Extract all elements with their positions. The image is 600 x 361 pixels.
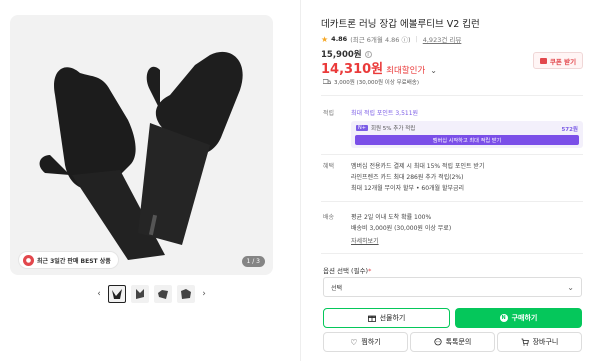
cart-button[interactable]: 장바구니 — [497, 332, 582, 352]
product-info-panel: 데카트론 러닝 장갑 에볼루티브 V2 킵런 ★ 4.86 (최근 6개월 4.… — [300, 0, 600, 361]
thumbnail-1[interactable] — [108, 285, 126, 303]
chevron-down-icon: ⌄ — [567, 282, 574, 292]
rating-score: 4.86 — [331, 35, 348, 43]
gloves-image — [39, 51, 243, 260]
membership-start-button[interactable]: 멤버십 시작하고 최대 적립 받기 — [355, 135, 579, 145]
coupon-icon — [539, 57, 547, 64]
thumbnail-4[interactable] — [177, 285, 195, 303]
wish-button-label: 찜하기 — [361, 338, 381, 346]
points-max[interactable]: 최대 적립 포인트 3,511원 — [351, 108, 418, 117]
thumbnail-prev-button[interactable]: ‹ — [95, 289, 103, 299]
gift-button[interactable]: 선물하기 — [323, 308, 450, 328]
thumbnail-2[interactable] — [131, 285, 149, 303]
divider-bar: | — [415, 35, 418, 43]
talk-inquiry-label: 톡톡문의 — [445, 338, 472, 346]
rating-recent: (최근 6개월 4.86 ⓘ) — [350, 36, 411, 44]
buy-button-label: 구매하기 — [511, 314, 538, 322]
shipping-summary: 3,000원 (30,000원 이상 무료배송) — [323, 78, 419, 86]
sale-price-value: 14,310원 — [321, 62, 384, 77]
option-select[interactable]: 선택 ⌄ — [323, 277, 582, 297]
benefits-label: 혜택 — [323, 163, 335, 170]
membership-points-box: N+ 회원 5% 추가 적립 572원 멤버십 시작하고 최대 적립 받기 — [351, 121, 583, 148]
truck-icon — [323, 79, 331, 84]
coupon-button[interactable]: 쿠폰 받기 — [533, 52, 583, 69]
benefit-line-2[interactable]: 라인프렌즈 카드 최대 286원 추가 적립(2%) — [351, 172, 463, 181]
gift-button-label: 선물하기 — [379, 314, 406, 322]
star-icon: ★ — [321, 34, 329, 44]
section-divider — [321, 201, 583, 202]
delivery-line-2: 배송비 3,000원 (30,000원 이상 무료) — [351, 225, 452, 232]
coupon-button-label: 쿠폰 받기 — [549, 57, 577, 66]
option-label-text: 옵션 선택 (필수) — [323, 267, 369, 275]
product-image[interactable]: ● 최근 3일간 판매 BEST 상품 1 / 3 — [10, 15, 273, 275]
image-page-indicator: 1 / 3 — [241, 256, 265, 267]
rating-row: ★ 4.86 (최근 6개월 4.86 ⓘ) | 4,923건 리뷰 — [321, 34, 462, 45]
membership-tag: N+ — [356, 125, 368, 131]
section-divider — [321, 95, 583, 96]
cart-button-label: 장바구니 — [532, 338, 559, 346]
product-title: 데카트론 러닝 장갑 에볼루티브 V2 킵런 — [321, 19, 480, 30]
benefit-line-1[interactable]: 멤버십 전용카드 결제 시 최대 15% 적립 포인트 받기 — [351, 161, 484, 170]
delivery-detail-link[interactable]: 자세히보기 — [351, 236, 379, 245]
naver-pay-icon: N — [499, 314, 508, 322]
shipping-summary-text: 3,000원 (30,000원 이상 무료배송) — [334, 80, 420, 86]
sale-price: 14,310원 최대할인가 ⌄ — [321, 58, 437, 77]
section-divider — [321, 154, 583, 155]
delivery-label: 배송 — [323, 214, 335, 221]
review-count-link[interactable]: 4,923건 리뷰 — [423, 34, 462, 44]
benefit-line-3[interactable]: 최대 12개월 무이자 할부 • 60개월 할부금리 — [351, 183, 464, 192]
best-seller-text: 최근 3일간 판매 BEST 상품 — [37, 257, 111, 265]
option-select-value: 선택 — [331, 284, 343, 292]
thumbnail-next-button[interactable]: › — [200, 289, 208, 299]
section-divider — [321, 253, 583, 254]
chat-icon — [434, 338, 442, 346]
required-mark: * — [368, 267, 372, 275]
talk-inquiry-button[interactable]: 톡톡문의 — [410, 332, 495, 352]
cart-icon — [521, 338, 529, 346]
delivery-line-1: 평균 2일 이내 도착 확률 100% — [351, 214, 432, 221]
membership-points-amount: 572원 — [561, 127, 578, 133]
gift-icon — [367, 315, 376, 322]
heart-icon: ♡ — [350, 337, 358, 347]
best-seller-badge: ● 최근 3일간 판매 BEST 상품 — [18, 251, 119, 269]
points-label: 적립 — [323, 110, 335, 117]
thumbnail-strip: ‹ › — [95, 285, 208, 303]
buy-button[interactable]: N 구매하기 — [455, 308, 582, 328]
fire-icon: ● — [23, 254, 34, 266]
chevron-down-icon[interactable]: ⌄ — [430, 66, 437, 75]
wish-button[interactable]: ♡ 찜하기 — [323, 332, 408, 352]
membership-points-text: 회원 5% 추가 적립 — [370, 126, 416, 132]
thumbnail-3[interactable] — [154, 285, 172, 303]
sale-price-label: 최대할인가 — [386, 66, 426, 76]
price-info-icon[interactable]: i — [364, 51, 372, 58]
option-label: 옵션 선택 (필수)* — [323, 265, 371, 275]
